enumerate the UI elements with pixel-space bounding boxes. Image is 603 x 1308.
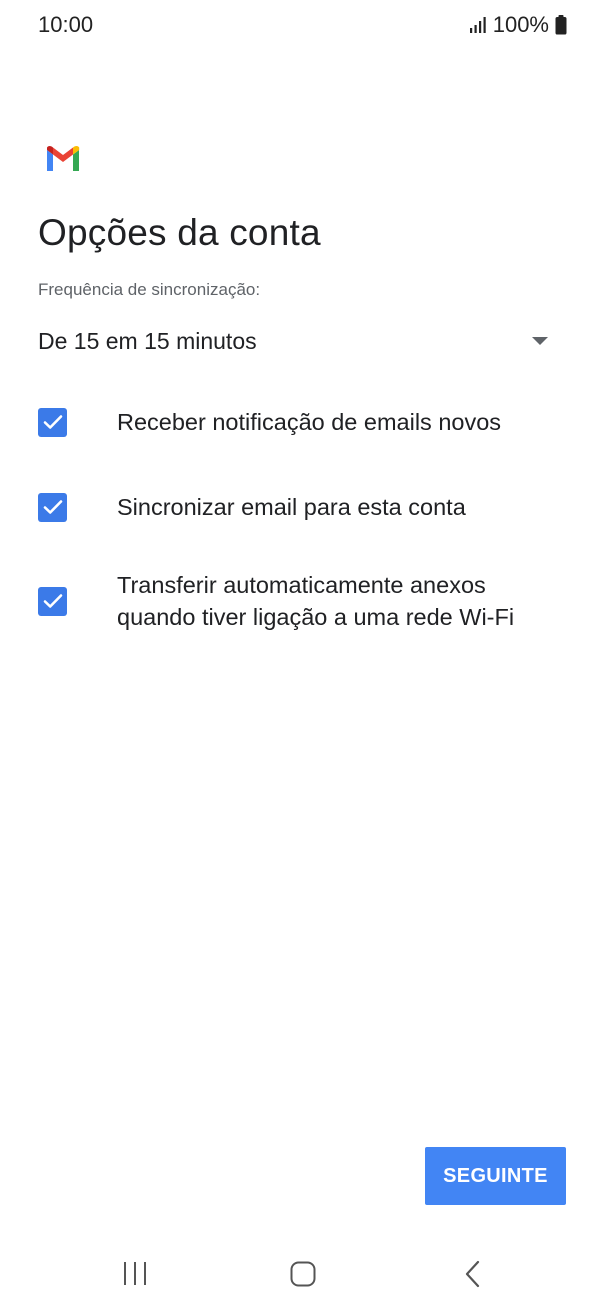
- checkbox-checked[interactable]: [38, 407, 67, 437]
- recents-button[interactable]: [105, 1254, 165, 1294]
- next-button[interactable]: SEGUINTE: [425, 1147, 566, 1205]
- battery-percent: 100%: [492, 12, 549, 37]
- checkbox-checked[interactable]: [38, 492, 67, 522]
- sync-frequency-label: Frequência de sincronização:: [38, 280, 261, 299]
- option-auto-download-attachments[interactable]: Transferir automaticamente anexos quando…: [38, 568, 558, 634]
- dropdown-arrow-icon: [532, 337, 548, 345]
- status-indicators: 100%: [469, 12, 567, 38]
- gmail-logo-icon: [47, 145, 80, 171]
- signal-bars-icon: [469, 17, 486, 33]
- page-title: Opções da conta: [38, 212, 321, 253]
- option-label: Transferir automaticamente anexos quando…: [117, 572, 515, 630]
- option-label: Sincronizar email para esta conta: [117, 494, 466, 520]
- checkmark-icon: [43, 500, 62, 514]
- status-bar: 10:00 100%: [0, 0, 603, 50]
- sync-frequency-dropdown[interactable]: De 15 em 15 minutos: [38, 320, 552, 362]
- navigation-bar: [0, 1240, 603, 1308]
- back-icon: [465, 1260, 480, 1288]
- battery-full-icon: [555, 15, 567, 35]
- checkmark-icon: [43, 415, 62, 429]
- option-sync-email[interactable]: Sincronizar email para esta conta: [38, 487, 558, 527]
- option-new-email-notification[interactable]: Receber notificação de emails novos: [38, 402, 558, 442]
- checkbox-checked[interactable]: [38, 586, 67, 616]
- sync-frequency-value: De 15 em 15 minutos: [38, 327, 257, 354]
- back-button[interactable]: [443, 1254, 503, 1294]
- recents-icon: [124, 1262, 146, 1285]
- status-time: 10:00: [38, 12, 94, 37]
- option-label: Receber notificação de emails novos: [117, 409, 502, 435]
- home-button[interactable]: [273, 1254, 333, 1294]
- home-icon: [290, 1261, 316, 1287]
- checkmark-icon: [43, 594, 62, 608]
